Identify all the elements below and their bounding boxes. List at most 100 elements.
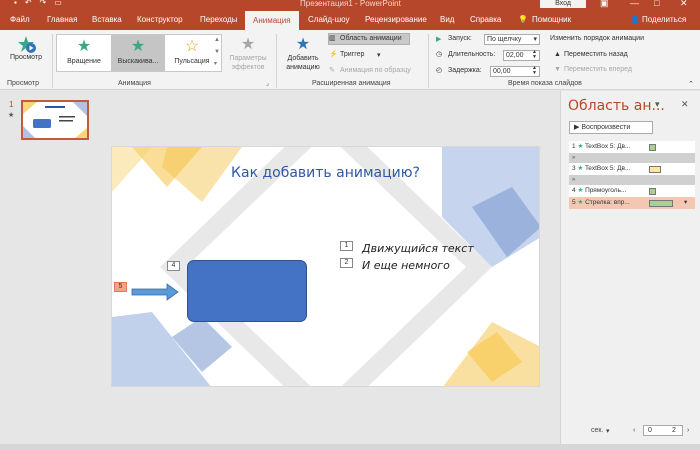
tab-file[interactable]: Файл [10, 10, 30, 30]
editor-scrollbar[interactable] [548, 91, 560, 450]
divider [428, 34, 429, 88]
chevron-down-icon[interactable]: ▾ [684, 197, 687, 209]
tab-insert[interactable]: Вставка [92, 10, 122, 30]
star-icon: ☆ [184, 38, 200, 55]
expand-icon[interactable]: » [569, 153, 695, 163]
star-icon: ★ [577, 165, 584, 172]
chevron-down-icon: ▾ [533, 36, 537, 43]
tab-animation[interactable]: Анимация [245, 11, 299, 31]
add-animation-button[interactable]: ★ Добавить анимацию [282, 34, 324, 72]
add-star-icon: ★ [295, 36, 311, 53]
gallery-item-label: Выскакива... [117, 58, 159, 65]
animation-pane-label: Область анимации [340, 35, 402, 42]
list-item[interactable]: 3 ★ TextBox 5: Дв... [569, 163, 695, 175]
close-pane-icon[interactable]: ✕ [681, 99, 689, 110]
duration-field[interactable]: 02,00 ▲ ▼ [503, 50, 540, 61]
slide-title[interactable]: Как добавить анимацию? [112, 165, 539, 181]
pane-title: Область ан... [568, 98, 665, 114]
list-item[interactable]: 4 ★ Прямоуголь... [569, 185, 695, 197]
down-arrow-icon: ▼ [554, 66, 561, 73]
close-icon[interactable]: ✕ [680, 0, 688, 9]
gallery-item-popup[interactable]: ★ Выскакива... [111, 35, 165, 71]
rectangle-shape[interactable] [187, 260, 307, 322]
item-label: Прямоуголь... [585, 187, 627, 194]
add-animation-label: Добавить анимацию [286, 55, 320, 71]
up-arrow-icon: ▲ [554, 51, 561, 58]
share-button[interactable]: Поделиться [642, 10, 686, 30]
group-animation: Анимация [118, 80, 151, 87]
divider [52, 34, 53, 88]
slide-thumbnail[interactable] [21, 100, 89, 140]
pane-options-icon[interactable]: ▾ [655, 99, 660, 110]
slide-canvas[interactable]: Как добавить анимацию? 4 5 1 Движущийся … [111, 146, 540, 387]
start-select[interactable]: По щелчку ▾ [484, 34, 540, 45]
list-item-selected[interactable]: 5 ★ Стрелка: впр... ▾ [569, 197, 695, 209]
bullet-text[interactable]: И еще немного [362, 259, 450, 272]
slide-number: 1 [9, 100, 14, 109]
animation-tag[interactable]: 2 [340, 258, 353, 268]
seconds-label: сек. [591, 427, 604, 434]
login-button[interactable]: Вход [540, 0, 586, 8]
spinner-icon[interactable]: ▲ ▼ [532, 50, 537, 60]
collapse-ribbon-icon[interactable]: ⌃ [688, 80, 694, 88]
trigger-button[interactable]: Триггер [340, 51, 364, 58]
tab-transitions[interactable]: Переходы [200, 10, 238, 30]
duration-label: Длительность: [448, 51, 496, 58]
effect-params-button[interactable]: ★ Параметры эффектов [226, 34, 270, 72]
animation-painter-button[interactable]: Анимация по образцу [340, 67, 411, 74]
lightbulb-icon: 💡 [518, 15, 528, 24]
item-number: 3 [572, 165, 576, 172]
star-icon: ★ [76, 38, 92, 55]
painter-icon: ✎ [329, 67, 335, 74]
play-icon: ▶ [436, 36, 442, 43]
trigger-icon: ⚡ [329, 51, 338, 58]
gallery-item-pulse[interactable]: ☆ Пульсация [165, 35, 219, 71]
help-search[interactable]: Помощник [532, 10, 571, 30]
effect-params-label: Параметры эффектов [229, 55, 267, 71]
animation-tag[interactable]: 4 [167, 261, 180, 271]
gallery-item-spin[interactable]: ★ Вращение [57, 35, 111, 71]
expand-icon[interactable]: » [569, 175, 695, 185]
tab-design[interactable]: Конструктор [137, 10, 183, 30]
divider [276, 34, 277, 88]
list-item[interactable]: 1 ★ TextBox 5: Дв... [569, 141, 695, 153]
bullet-text[interactable]: Движущийся текст [362, 242, 474, 255]
tab-review[interactable]: Рецензирование [365, 10, 427, 30]
animation-tag[interactable]: 1 [340, 241, 353, 251]
gallery-scroll-icon[interactable]: ▲ ▼ ▾ [214, 34, 220, 70]
move-back-button[interactable]: Переместить назад [564, 51, 628, 58]
delay-label: Задержка: [448, 67, 482, 74]
move-forward-button[interactable]: Переместить вперед [564, 66, 632, 73]
status-bar [0, 444, 700, 450]
gallery-item-label: Пульсация [174, 58, 210, 65]
pager-next-icon[interactable]: › [687, 427, 689, 434]
tab-home[interactable]: Главная [47, 10, 77, 30]
ribbon-display-icon[interactable]: ▣ [600, 0, 609, 9]
dialog-launcher-icon[interactable]: ⌟ [266, 80, 269, 87]
reorder-label: Изменить порядок анимации [550, 35, 644, 42]
pager-to: 2 [672, 427, 676, 434]
tab-slideshow[interactable]: Слайд-шоу [308, 10, 349, 30]
star-icon: ★ [130, 38, 146, 55]
chevron-down-icon[interactable]: ▾ [606, 427, 610, 435]
timing-bar [649, 200, 673, 207]
slide-thumbnails: 1 ★ [0, 91, 100, 450]
delay-field[interactable]: 00,00 ▲ ▼ [490, 66, 540, 77]
tab-help[interactable]: Справка [470, 10, 501, 30]
spinner-icon[interactable]: ▲ ▼ [532, 66, 537, 76]
preview-button[interactable]: Просмотр [4, 34, 48, 74]
play-label: Воспроизвести [581, 124, 631, 131]
play-all-button[interactable]: ▶ Воспроизвести [569, 121, 653, 134]
quick-access-icons[interactable]: ▪↶↷▭ [14, 0, 70, 7]
animation-tag-selected[interactable]: 5 [114, 282, 127, 292]
item-number: 1 [572, 143, 576, 150]
tab-view[interactable]: Вид [440, 10, 454, 30]
minimize-icon[interactable]: — [630, 0, 639, 8]
delay-icon: ◴ [436, 67, 443, 74]
delay-value: 00,00 [493, 68, 511, 75]
pager-prev-icon[interactable]: ‹ [633, 427, 635, 434]
chevron-down-icon: ▾ [377, 52, 381, 59]
maximize-icon[interactable]: □ [654, 0, 659, 8]
timing-bar [649, 144, 656, 151]
timeline-pager[interactable]: 0 2 [643, 425, 683, 436]
